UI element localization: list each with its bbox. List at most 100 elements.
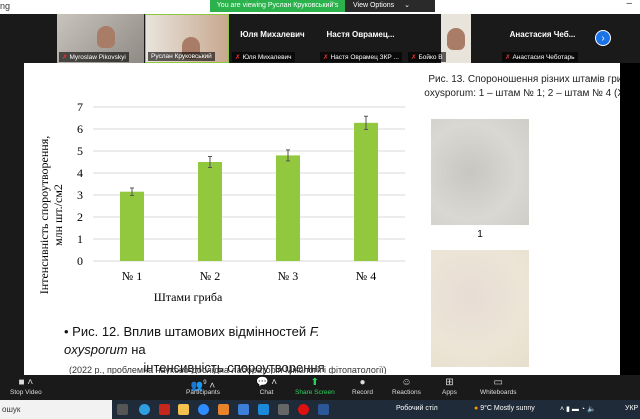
video-camera-icon: ■ ˄ [18,377,34,388]
photo-1-label: 1 [477,229,483,240]
pdf-icon[interactable] [159,404,170,415]
reactions-button[interactable]: ☺ Reactions [392,377,421,396]
participant-name: ✗ Юля Михалевич [232,52,295,62]
figure-13-caption: Рис. 13. Спороношення різних штамів гриб… [424,74,640,99]
y-tick-label: 6 [77,122,83,136]
paint-icon[interactable] [278,404,289,415]
windows-taskbar: ошук Робочий стіл ● 9°C Mostly sunny ˄ ▮… [0,400,640,419]
participant-name-text: Юля Михалевич [242,54,292,61]
taskbar-search[interactable]: ошук [0,400,112,419]
word-icon[interactable] [318,404,329,415]
participant-name-text: Настя Оврамец ЗКР ... [330,54,399,61]
participant-video [97,26,115,48]
apps-button[interactable]: ⊞ Apps [442,377,457,396]
participant-display-name: Юля Михалевич [240,30,305,39]
x-axis-label: Штами гриба [154,290,223,304]
app-icon[interactable] [218,404,229,415]
y-tick-label: 4 [77,166,83,180]
participant-name: ✗ Настя Оврамец ЗКР ... [320,52,402,62]
apps-label: Apps [442,389,457,396]
screen-share-banner: You are viewing Руслан Круковський's scr… [210,0,345,21]
figure-source: (2022 р., проблемна науково-дослідна лаб… [69,365,387,374]
task-view-icon[interactable] [117,404,128,415]
right-margin [620,63,640,375]
y-tick-label: 1 [77,232,83,246]
system-tray-icons[interactable]: ˄ ▮ ▬ ◔ 🔈 [560,405,596,413]
weather-icon: ● [474,405,479,412]
participant-name: ✗ Бойко В [408,52,446,62]
share-screen-button[interactable]: ⬆ Share Screen [295,377,335,396]
participant-display-name: Анастасия Чеб... [509,30,576,39]
store-icon[interactable] [238,404,249,415]
zoom-icon[interactable] [198,404,209,415]
participant-tile[interactable]: Юля Михалевич ✗ Юля Михалевич [230,14,315,63]
participant-strip: ✗ Myroslaw Pikovskyi Руслан Круковський Ю… [0,14,640,63]
muted-mic-icon: ✗ [323,54,329,61]
caption12-text: Рис. 12. Вплив штамових відмінностей [72,324,310,339]
meeting-toolbar: ■ ˄ Stop Video 👥9 ˄ Participants 💬 ˄ Chat ⬆… [0,375,640,400]
y-tick-label: 0 [77,254,83,268]
participant-tile[interactable]: Настя Оврамец... ✗ Настя Оврамец ЗКР ... [318,14,403,63]
record-icon: ● [359,377,366,388]
microscope-photo-1 [431,119,529,225]
y-tick-label: 5 [77,144,83,158]
bar [198,162,222,261]
whiteboards-label: Whiteboards [480,389,517,396]
participants-button[interactable]: 👥9 ˄ Participants [186,377,220,396]
y-axis-label-line2: млн шт./см2 [51,184,65,246]
opera-icon[interactable] [298,404,309,415]
apps-icon: ⊞ [445,377,454,388]
participant-tile[interactable]: Анастасия Чеб... ✗ Анастасия Чеботарь [500,14,585,63]
participant-tile[interactable]: ✗ Myroslaw Pikovskyi [57,14,144,63]
participant-tile[interactable]: ✗ Бойко В [406,14,491,63]
muted-mic-icon: ✗ [62,54,68,61]
share-screen-icon: ⬆ [310,377,320,388]
muted-mic-icon: ✗ [235,54,241,61]
participant-name: ✗ Myroslaw Pikovskyi [59,52,129,62]
stop-video-button[interactable]: ■ ˄ Stop Video [10,377,42,396]
participant-tile-active-speaker[interactable]: Руслан Круковський [145,14,229,63]
stop-video-label: Stop Video [10,389,42,396]
microscope-photo-2 [431,250,529,367]
bar [276,155,300,261]
record-button[interactable]: ● Record [352,377,373,396]
mail-icon[interactable] [258,404,269,415]
desktop-label[interactable]: Робочий стіл [396,405,438,412]
x-tick-label: № 2 [200,269,220,283]
whiteboards-button[interactable]: ▭ Whiteboards [480,377,517,396]
minimize-button[interactable]: – [626,0,632,9]
y-axis-label-line1: Інтенсивність спороутворення, [37,136,51,294]
weather-text: 9°C Mostly sunny [480,405,535,412]
weather-widget[interactable]: ● 9°C Mostly sunny [474,405,535,412]
bar [354,122,378,261]
x-tick-label: № 4 [356,269,376,283]
participant-name-text: Myroslaw Pikovskyi [69,54,126,61]
share-screen-label: Share Screen [295,389,335,396]
participants-label: Participants [186,389,220,396]
chat-button[interactable]: 💬 ˄ Chat [256,377,277,396]
bar-chart: 0 1 2 3 4 5 6 7 № 1 № 2 № 3 № 4 Інтенсивність споро… [37,100,405,304]
caption12-text-end: на [127,342,146,357]
x-tick-label: № 1 [122,269,142,283]
participant-name-text: Бойко В [418,54,443,61]
chevron-down-icon: ⌄ [404,2,410,9]
chat-label: Chat [259,389,274,396]
file-explorer-icon[interactable] [178,404,189,415]
view-options-button[interactable]: View Options ⌄ [345,0,435,12]
reactions-icon: ☺ [401,377,412,388]
participant-name-text: Анастасия Чеботарь [512,54,575,61]
chat-icon: 💬 ˄ [256,377,278,388]
shared-slide: 0 1 2 3 4 5 6 7 № 1 № 2 № 3 № 4 Інтенсивність споро… [24,63,640,375]
record-label: Record [352,389,373,396]
app-title: ng [0,1,11,11]
whiteboard-icon: ▭ [493,377,503,388]
next-participants-button[interactable]: › [595,30,611,46]
edge-icon[interactable] [139,404,150,415]
bar [120,191,144,261]
reactions-label: Reactions [392,389,421,396]
participant-display-name: Настя Оврамец... [326,30,395,39]
language-indicator[interactable]: УКР [625,405,638,412]
x-tick-label: № 3 [278,269,298,283]
muted-mic-icon: ✗ [411,54,417,61]
view-options-label: View Options [353,2,395,9]
